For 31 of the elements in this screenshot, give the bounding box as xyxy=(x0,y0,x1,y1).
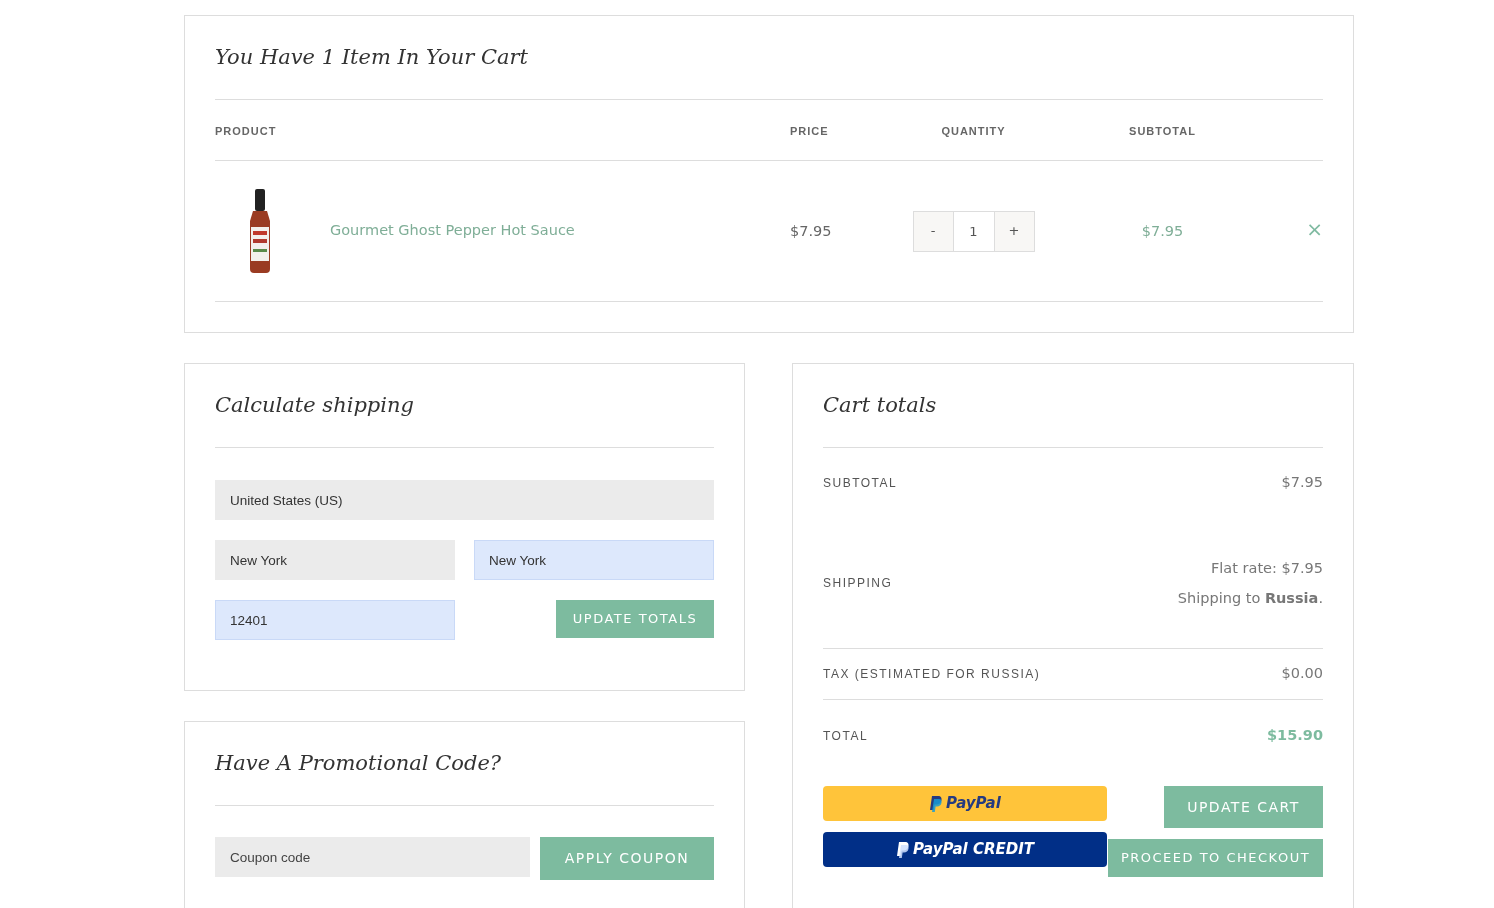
decrease-button[interactable]: - xyxy=(912,210,954,252)
price-text: $7.95 xyxy=(790,223,832,239)
country-select[interactable]: United States (US) xyxy=(215,480,714,520)
row-value: $7.95 xyxy=(1281,473,1323,493)
row-value: $0.00 xyxy=(1281,664,1323,684)
row-label: SHIPPING xyxy=(823,575,893,592)
input-field[interactable]: New York xyxy=(215,540,455,580)
row-label: TOTAL xyxy=(823,728,869,745)
increase-button[interactable]: + xyxy=(993,210,1035,252)
coupon-field[interactable]: Coupon code xyxy=(215,837,530,877)
column-header: SUBTOTAL xyxy=(1129,125,1196,137)
column-header: PRODUCT xyxy=(215,125,277,137)
shipping-title: Calculate shipping xyxy=(215,392,414,419)
totals-title: Cart totals xyxy=(823,392,937,419)
promo-title: Have A Promotional Code? xyxy=(215,750,502,777)
quantity-field[interactable]: 1 xyxy=(953,210,994,252)
row-label: SUBTOTAL xyxy=(823,475,898,492)
paypal-p-icon xyxy=(895,841,909,858)
row-label: TAX (ESTIMATED FOR RUSSIA) xyxy=(823,666,1041,683)
subtotal-text: $7.95 xyxy=(1141,223,1184,239)
input-field[interactable]: 12401 xyxy=(215,600,455,640)
input-field[interactable]: New York xyxy=(474,540,714,580)
column-header: QUANTITY xyxy=(941,125,1006,137)
cart-title: You Have 1 Item In Your Cart xyxy=(215,44,528,71)
column-header: PRICE xyxy=(790,125,829,137)
paypal-button[interactable]: PayPal xyxy=(823,786,1107,821)
paypal-p-icon xyxy=(929,795,943,812)
total-value: $15.90 xyxy=(1267,726,1323,746)
shipping-text: Shipping to Russia. xyxy=(1177,589,1323,608)
shipping-text: Flat rate: $7.95 xyxy=(1210,559,1323,578)
paypal-credit-button[interactable]: PayPal CREDIT xyxy=(823,832,1107,867)
